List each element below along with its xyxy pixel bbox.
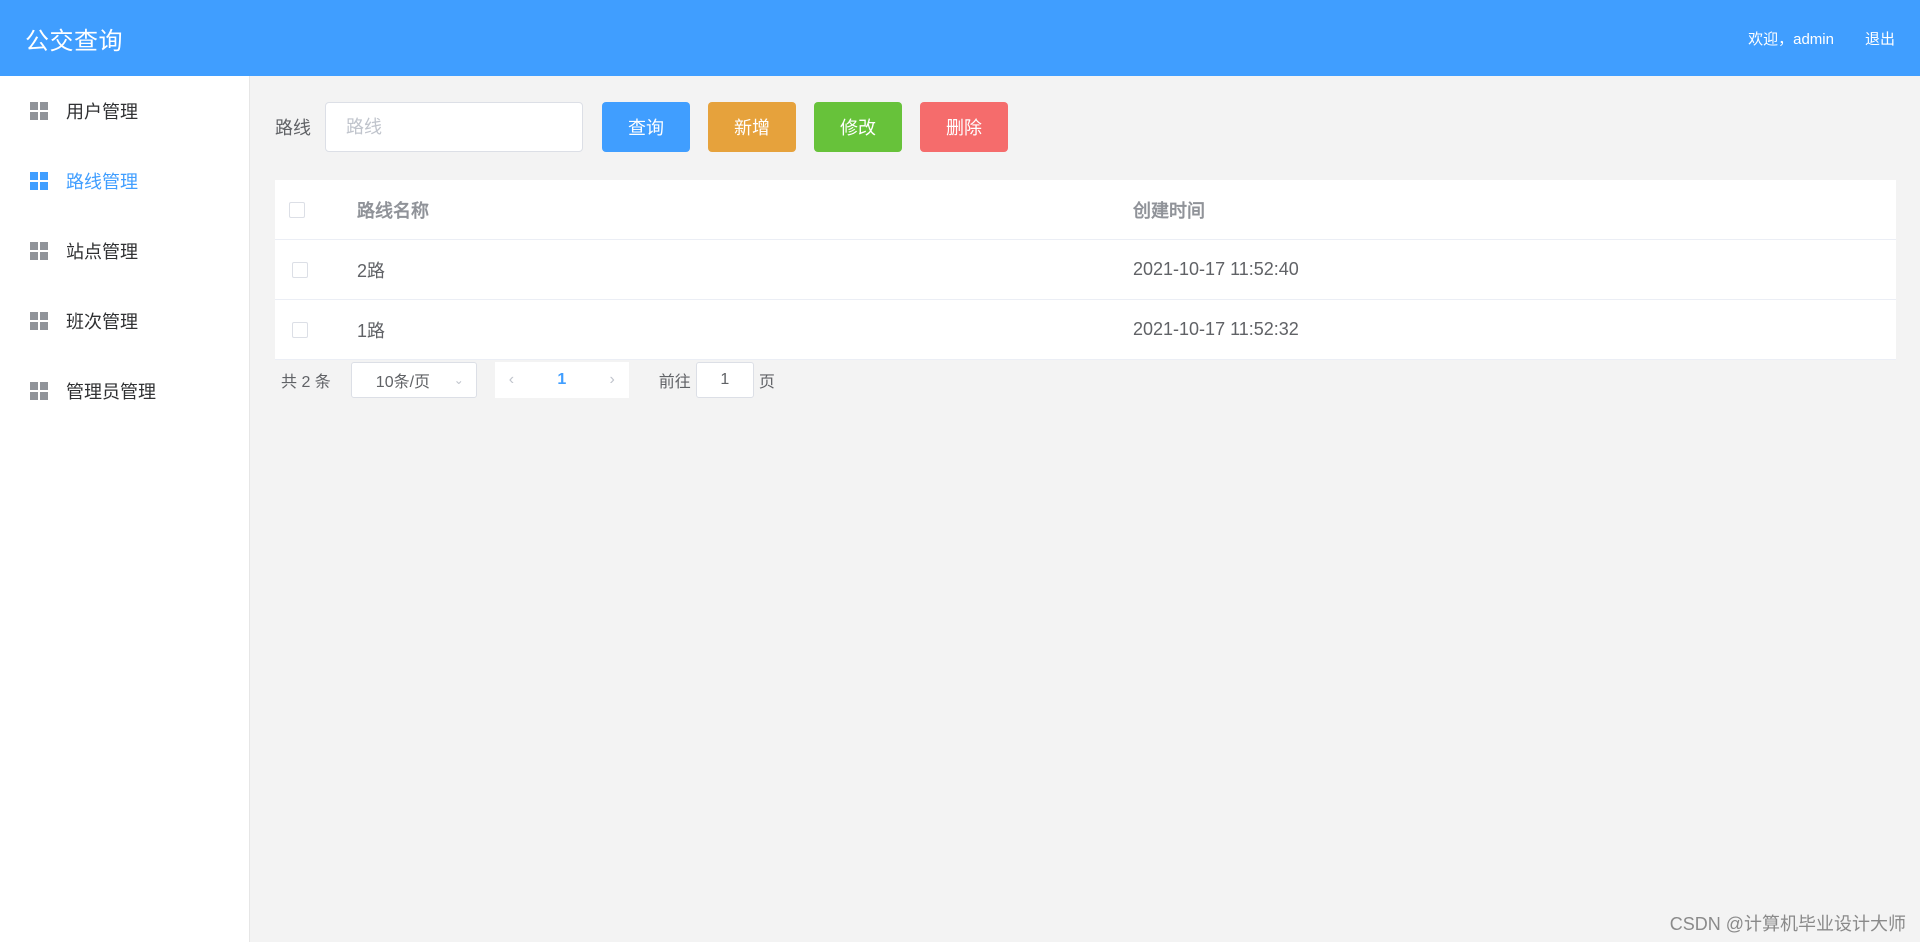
toolbar: 路线 查询 新增 修改 删除 bbox=[275, 102, 1008, 152]
sidebar-item-label: 管理员管理 bbox=[66, 382, 156, 402]
pager: ‹ 1 › bbox=[494, 362, 629, 398]
table-row[interactable]: 1路 2021-10-17 11:52:32 bbox=[275, 300, 1896, 360]
watermark: CSDN @计算机毕业设计大师 bbox=[1669, 914, 1906, 934]
row-checkbox[interactable] bbox=[292, 261, 308, 278]
app-title: 公交查询 bbox=[25, 27, 123, 55]
sidebar-item-label: 班次管理 bbox=[66, 312, 138, 332]
main-content: 路线 查询 新增 修改 删除 路线名称 创建时间 2路 2021-10-17 1… bbox=[251, 76, 1920, 942]
goto-page-input[interactable] bbox=[695, 362, 754, 398]
sidebar: 用户管理 路线管理 站点管理 班次管理 管理员管理 bbox=[0, 76, 250, 942]
created-time-cell: 2021-10-17 11:52:32 bbox=[1133, 319, 1299, 339]
pagination: 共 2 条 10条/页 ⌄ ‹ 1 › 前往 页 bbox=[275, 362, 775, 398]
column-header-route-name: 路线名称 bbox=[357, 200, 429, 221]
table-row[interactable]: 2路 2021-10-17 11:52:40 bbox=[275, 240, 1896, 300]
grid-icon bbox=[30, 382, 48, 400]
total-count: 共 2 条 bbox=[281, 374, 331, 391]
sidebar-item-station-management[interactable]: 站点管理 bbox=[0, 216, 249, 286]
top-header: 公交查询 欢迎，admin 退出 bbox=[0, 0, 1920, 76]
page-unit-label: 页 bbox=[758, 374, 775, 391]
table-header-row: 路线名称 创建时间 bbox=[275, 180, 1896, 240]
sidebar-item-route-management[interactable]: 路线管理 bbox=[0, 146, 249, 216]
sidebar-item-user-management[interactable]: 用户管理 bbox=[0, 76, 249, 146]
current-page-number[interactable]: 1 bbox=[557, 371, 566, 389]
sidebar-item-label: 站点管理 bbox=[66, 242, 138, 262]
select-all-checkbox[interactable] bbox=[289, 201, 305, 218]
grid-icon bbox=[30, 172, 48, 190]
grid-icon bbox=[30, 312, 48, 330]
route-table: 路线名称 创建时间 2路 2021-10-17 11:52:40 1路 2021… bbox=[275, 180, 1896, 360]
page-jumper: 前往 页 bbox=[659, 362, 775, 398]
route-name-cell: 2路 bbox=[357, 260, 386, 281]
column-header-created-time: 创建时间 bbox=[1133, 200, 1205, 221]
edit-button[interactable]: 修改 bbox=[814, 102, 902, 152]
prev-page-icon[interactable]: ‹ bbox=[509, 371, 514, 389]
next-page-icon[interactable]: › bbox=[609, 371, 614, 389]
route-search-input[interactable] bbox=[325, 102, 583, 152]
row-checkbox[interactable] bbox=[292, 321, 308, 338]
sidebar-item-admin-management[interactable]: 管理员管理 bbox=[0, 356, 249, 426]
sidebar-item-schedule-management[interactable]: 班次管理 bbox=[0, 286, 249, 356]
header-user-area: 欢迎，admin 退出 bbox=[1748, 28, 1895, 49]
route-name-cell: 1路 bbox=[357, 320, 386, 341]
delete-button[interactable]: 删除 bbox=[920, 102, 1008, 152]
grid-icon bbox=[30, 102, 48, 120]
add-button[interactable]: 新增 bbox=[708, 102, 796, 152]
chevron-down-icon: ⌄ bbox=[453, 373, 464, 387]
page-size-value: 10条/页 bbox=[375, 374, 431, 391]
goto-label: 前往 bbox=[658, 374, 691, 391]
grid-icon bbox=[30, 242, 48, 260]
welcome-text: 欢迎，admin bbox=[1748, 30, 1834, 48]
sidebar-item-label: 用户管理 bbox=[66, 102, 138, 122]
created-time-cell: 2021-10-17 11:52:40 bbox=[1133, 259, 1299, 279]
query-button[interactable]: 查询 bbox=[602, 102, 690, 152]
page-size-select[interactable]: 10条/页 ⌄ bbox=[350, 362, 477, 398]
search-label: 路线 bbox=[275, 118, 311, 138]
sidebar-item-label: 路线管理 bbox=[66, 172, 138, 192]
logout-link[interactable]: 退出 bbox=[1865, 28, 1895, 49]
